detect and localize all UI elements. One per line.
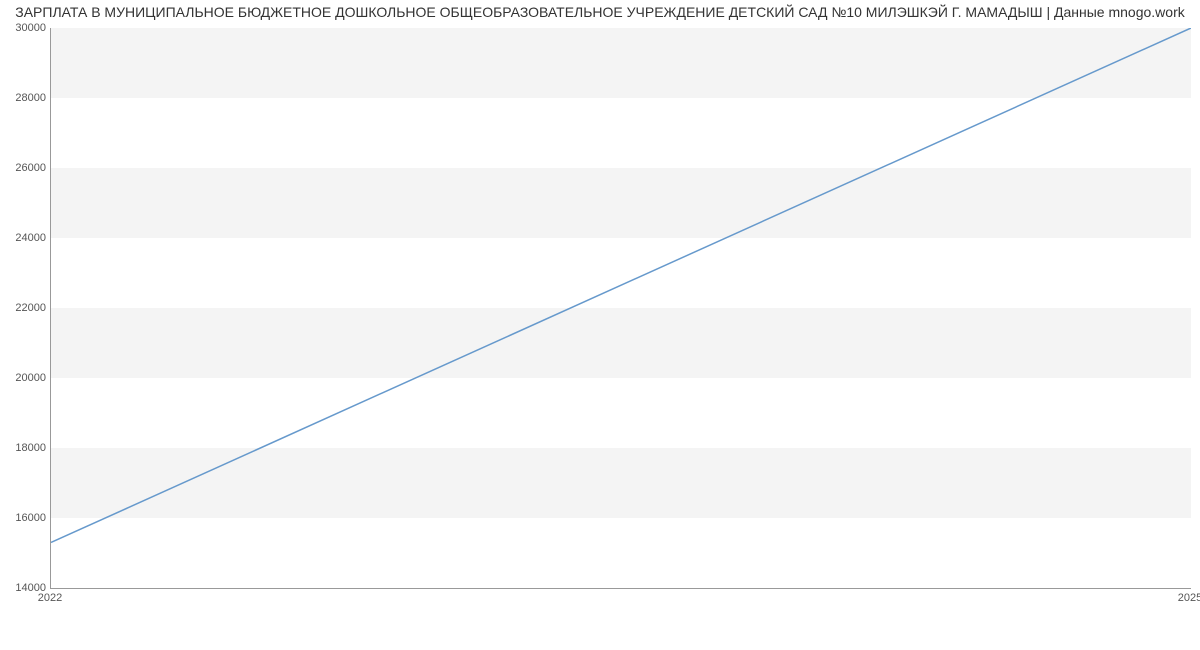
y-tick-label: 26000 <box>2 162 46 174</box>
x-tick-label: 2025 <box>1178 592 1200 604</box>
series-line <box>51 28 1191 543</box>
y-tick-label: 20000 <box>2 372 46 384</box>
y-tick-label: 28000 <box>2 92 46 104</box>
y-tick-label: 16000 <box>2 512 46 524</box>
y-tick-label: 18000 <box>2 442 46 454</box>
chart-title: ЗАРПЛАТА В МУНИЦИПАЛЬНОЕ БЮДЖЕТНОЕ ДОШКО… <box>0 4 1200 20</box>
y-tick-label: 24000 <box>2 232 46 244</box>
chart-container: ЗАРПЛАТА В МУНИЦИПАЛЬНОЕ БЮДЖЕТНОЕ ДОШКО… <box>0 0 1200 620</box>
line-series <box>51 28 1191 588</box>
y-tick-label: 30000 <box>2 22 46 34</box>
x-tick-label: 2022 <box>38 592 62 604</box>
plot-area <box>50 28 1191 589</box>
y-tick-label: 22000 <box>2 302 46 314</box>
